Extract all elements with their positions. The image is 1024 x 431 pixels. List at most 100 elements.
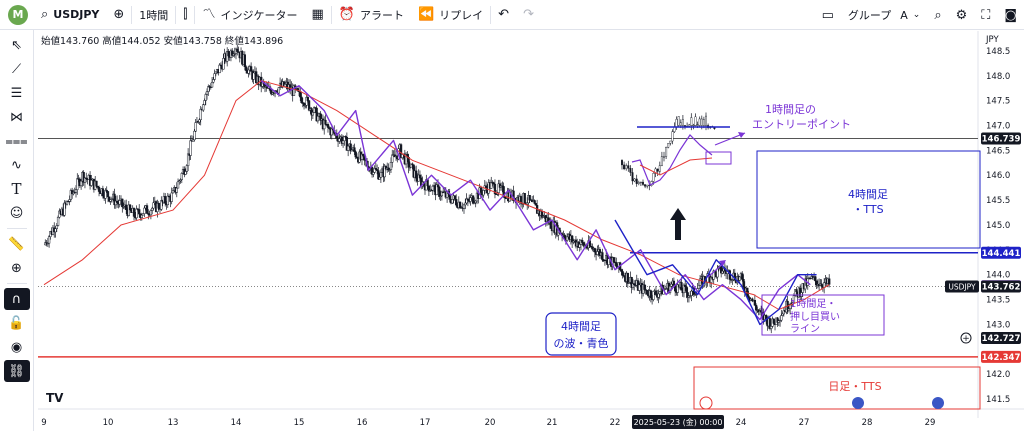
candle-body bbox=[690, 290, 693, 296]
candle-body bbox=[164, 196, 167, 204]
x-tick-label: 16 bbox=[357, 418, 368, 428]
x-highlight-label: 2025-05-23 (金) 00:00 bbox=[634, 417, 723, 427]
candle-body bbox=[528, 195, 531, 201]
inset-candle-body bbox=[629, 168, 632, 173]
candle-body bbox=[670, 283, 673, 287]
candle-body bbox=[431, 185, 434, 191]
inset-candle-body bbox=[652, 173, 655, 182]
x-tick-label: 15 bbox=[294, 418, 305, 428]
candle-body bbox=[389, 161, 393, 170]
candle-body bbox=[152, 202, 155, 209]
inset-candle-body bbox=[642, 181, 645, 185]
candle-body bbox=[643, 284, 646, 290]
inset-candle-body bbox=[637, 182, 640, 184]
candle-body bbox=[362, 153, 365, 157]
inset-candle-body bbox=[679, 122, 682, 126]
inset-candle-body bbox=[671, 131, 674, 142]
candle-body bbox=[149, 210, 153, 216]
candle-body bbox=[654, 290, 658, 295]
event-icon-us-flag[interactable] bbox=[852, 397, 864, 409]
candle-body bbox=[326, 124, 330, 128]
candle-body bbox=[436, 184, 440, 188]
inset-candle-body bbox=[621, 160, 624, 166]
y-tick-label: 145.5 bbox=[986, 196, 1010, 206]
candle-body bbox=[479, 187, 483, 193]
candle-body bbox=[742, 279, 745, 288]
inset-candle-body bbox=[633, 178, 636, 182]
candle-body bbox=[189, 140, 192, 156]
candle-body bbox=[593, 248, 596, 253]
candle-body bbox=[311, 112, 315, 116]
candle-body bbox=[738, 276, 741, 281]
candle-body bbox=[236, 48, 239, 52]
h4-wave-line2: の波・青色 bbox=[554, 336, 609, 350]
candle-body bbox=[652, 290, 655, 300]
y-tick-label: 148.0 bbox=[986, 72, 1010, 82]
inset-candle-body bbox=[663, 156, 666, 158]
candle-body bbox=[106, 191, 110, 198]
inset-candle-body bbox=[698, 118, 701, 126]
candle-body bbox=[277, 87, 280, 94]
candle-body bbox=[458, 201, 462, 209]
candle-body bbox=[244, 66, 248, 71]
candle-body bbox=[354, 151, 357, 158]
candle-body bbox=[171, 190, 175, 194]
symbol-tag-label: USDJPY bbox=[948, 283, 976, 292]
candle-body bbox=[453, 195, 457, 200]
inset-candle-body bbox=[660, 156, 663, 166]
y-tick-label: 141.5 bbox=[986, 395, 1010, 405]
candle-body bbox=[316, 115, 320, 122]
candle-body bbox=[210, 81, 214, 88]
candle-body bbox=[198, 119, 201, 123]
candle-body bbox=[658, 291, 661, 295]
candle-body bbox=[132, 208, 136, 217]
tradingview-logo-icon: TV bbox=[46, 391, 64, 405]
x-tick-label: 22 bbox=[610, 418, 621, 428]
candle-body bbox=[170, 192, 173, 202]
y-tick-label: 142.0 bbox=[986, 370, 1010, 380]
price-axis-value: 144.441 bbox=[982, 249, 1021, 259]
candle-body bbox=[76, 178, 79, 190]
plot-area[interactable] bbox=[38, 31, 978, 409]
event-icon-us-flag[interactable] bbox=[932, 397, 944, 409]
candle-body bbox=[474, 200, 477, 203]
candle-body bbox=[203, 100, 206, 105]
candle-body bbox=[74, 189, 78, 193]
candle-body bbox=[101, 188, 105, 197]
x-tick-label: 27 bbox=[799, 418, 810, 428]
inset-candle-body bbox=[656, 168, 659, 172]
candle-body bbox=[283, 84, 287, 87]
candle-body bbox=[143, 207, 146, 214]
candle-body bbox=[222, 58, 225, 70]
candle-body bbox=[612, 257, 615, 263]
candle-body bbox=[482, 190, 485, 196]
candle-body bbox=[125, 204, 128, 211]
price-chart[interactable]: JPY 148.5 148.0 147.5 147.0 146.5 146.0 145.5 14… bbox=[0, 0, 1024, 431]
x-tick-label: 29 bbox=[925, 418, 936, 428]
candle-body bbox=[243, 54, 246, 67]
h4-tts-label-line2: ・TTS bbox=[852, 203, 883, 216]
inset-candle-body bbox=[627, 165, 630, 169]
inset-candle-body bbox=[702, 119, 705, 126]
candle-body bbox=[47, 236, 51, 244]
candle-body bbox=[464, 202, 467, 206]
event-icon-bolt[interactable] bbox=[699, 396, 713, 410]
candle-body bbox=[151, 207, 154, 211]
y-tick-label: 146.0 bbox=[986, 171, 1010, 181]
candle-body bbox=[626, 272, 629, 284]
x-tick-label: 17 bbox=[420, 418, 431, 428]
inset-candle-body bbox=[667, 143, 670, 148]
candle-body bbox=[620, 269, 623, 272]
candle-body bbox=[638, 284, 641, 291]
candle-body bbox=[471, 195, 475, 204]
candle-body bbox=[565, 236, 569, 241]
h4-wave-line1: 4時間足 bbox=[561, 320, 601, 333]
inset-candle-body bbox=[681, 119, 684, 126]
candle-body bbox=[534, 203, 538, 206]
inset-candle-body bbox=[631, 172, 634, 182]
candle-body bbox=[138, 209, 141, 215]
price-axis-value: 142.727 bbox=[982, 334, 1021, 344]
candle-body bbox=[649, 290, 652, 298]
inset-candle-body bbox=[658, 165, 661, 172]
candle-body bbox=[800, 292, 803, 297]
